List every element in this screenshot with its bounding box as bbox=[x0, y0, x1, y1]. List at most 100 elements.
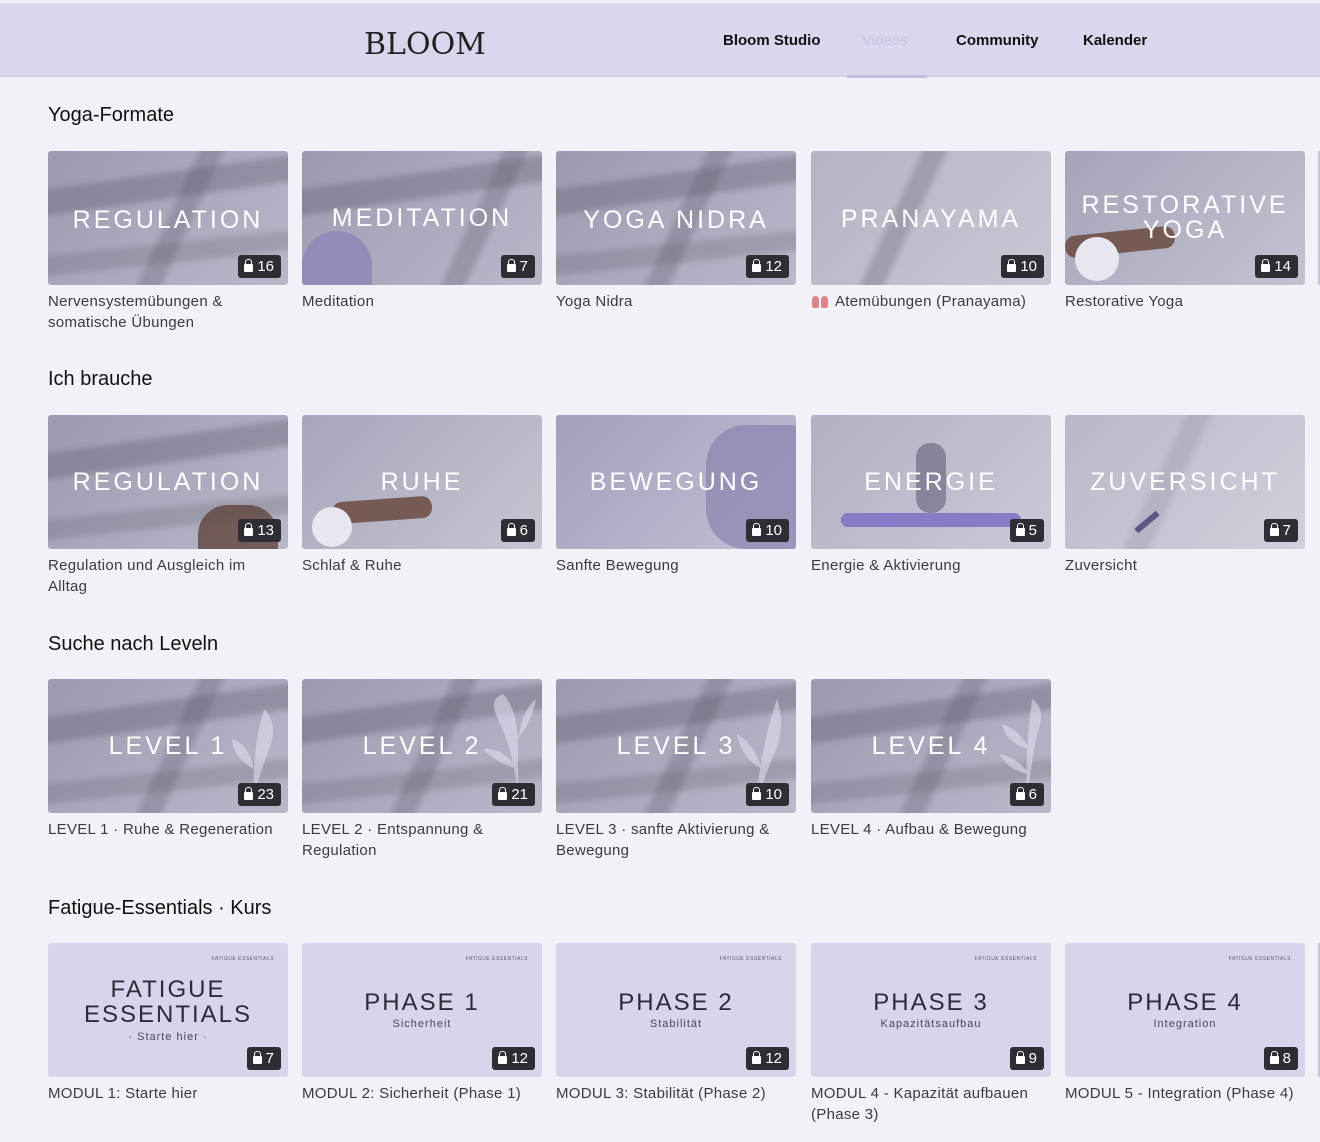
card-label[interactable]: LEVEL 4 · Aufbau & Bewegung bbox=[811, 819, 1051, 840]
card-thumbnail[interactable]: ENERGIE 5 bbox=[811, 415, 1051, 549]
card-label[interactable]: MODUL 1: Starte hier bbox=[48, 1083, 288, 1104]
nav-kalender[interactable]: Kalender bbox=[1083, 3, 1147, 77]
card-thumbnail[interactable]: FATIGUE ESSENTIALS PHASE 2 Stabilität 12 bbox=[556, 943, 796, 1077]
thumbnail-subtitle: · Starte hier · bbox=[128, 1031, 208, 1043]
card-thumbnail[interactable]: LEVEL 1 23 bbox=[48, 679, 288, 813]
video-card[interactable]: BEWEGUNG 10 Sanfte Bewegung bbox=[556, 415, 796, 576]
thumbnail-title: PHASE 2 bbox=[618, 989, 734, 1016]
card-label[interactable]: MODUL 3: Stabilität (Phase 2) bbox=[556, 1083, 796, 1104]
video-count-badge: 10 bbox=[746, 783, 789, 806]
card-label[interactable]: LEVEL 3 · sanfte Aktivierung & Bewegung bbox=[556, 819, 796, 861]
card-thumbnail[interactable]: FATIGUE ESSENTIALS FATIGUE ESSENTIALS · … bbox=[48, 943, 288, 1077]
video-count-badge: 23 bbox=[238, 783, 281, 806]
thumbnail-title: RESTORATIVE YOGA bbox=[1081, 191, 1289, 244]
nav-community[interactable]: Community bbox=[956, 3, 1039, 77]
card-thumbnail[interactable]: MEDITATION 7 bbox=[302, 151, 542, 285]
video-count-badge: 10 bbox=[746, 519, 789, 542]
card-thumbnail[interactable]: LEVEL 3 10 bbox=[556, 679, 796, 813]
video-card[interactable]: FATIGUE ESSENTIALS PHASE 4 Integration 8… bbox=[1065, 943, 1305, 1104]
card-thumbnail[interactable]: FATIGUE ESSENTIALS PHASE 4 Integration 8 bbox=[1065, 943, 1305, 1077]
thumbnail-title: BEWEGUNG bbox=[589, 468, 763, 496]
video-card[interactable]: YOGA NIDRA 12 Yoga Nidra bbox=[556, 151, 796, 312]
card-thumbnail[interactable]: LEVEL 2 21 bbox=[302, 679, 542, 813]
card-label[interactable]: LEVEL 1 · Ruhe & Regeneration bbox=[48, 819, 288, 840]
thumbnail-title: LEVEL 4 bbox=[871, 732, 991, 760]
video-card[interactable]: LEVEL 4 6 LEVEL 4 · Aufbau & Bewegung bbox=[811, 679, 1051, 840]
course-tag: FATIGUE ESSENTIALS bbox=[465, 956, 528, 962]
nav-videos[interactable]: Videos bbox=[862, 3, 908, 77]
card-thumbnail[interactable]: BEWEGUNG 10 bbox=[556, 415, 796, 549]
video-card[interactable]: LEVEL 3 10 LEVEL 3 · sanfte Aktivierung … bbox=[556, 679, 796, 861]
lock-icon bbox=[752, 259, 762, 272]
card-label[interactable]: Restorative Yoga bbox=[1065, 291, 1305, 312]
video-count-badge: 21 bbox=[492, 783, 535, 806]
video-card[interactable]: MEDITATION 7 Meditation bbox=[302, 151, 542, 312]
lock-icon bbox=[1015, 787, 1025, 800]
card-thumbnail[interactable]: LEVEL 4 6 bbox=[811, 679, 1051, 813]
nav-bloom-studio[interactable]: Bloom Studio bbox=[723, 3, 821, 77]
card-label[interactable]: Regulation und Ausgleich im Alltag bbox=[48, 555, 288, 597]
card-label[interactable]: Schlaf & Ruhe bbox=[302, 555, 542, 576]
bloom-logo[interactable]: BLOOM bbox=[364, 27, 486, 62]
card-label[interactable]: Nervensystemübungen & somatische Übungen bbox=[48, 291, 288, 333]
course-tag: FATIGUE ESSENTIALS bbox=[1228, 956, 1291, 962]
card-label[interactable]: Sanfte Bewegung bbox=[556, 555, 796, 576]
card-thumbnail[interactable]: PRANAYAMA 10 bbox=[811, 151, 1051, 285]
thumbnail-title-line2: ESSENTIALS bbox=[83, 1001, 253, 1028]
video-card[interactable]: PRANAYAMA 10 Atemübungen (Pranayama) bbox=[811, 151, 1051, 312]
lungs-icon bbox=[811, 294, 829, 308]
video-card[interactable]: LEVEL 1 23 LEVEL 1 · Ruhe & Regeneration bbox=[48, 679, 288, 840]
thumbnail-title: RUHE bbox=[380, 468, 464, 496]
thumbnail-subtitle: Stabilität bbox=[649, 1018, 703, 1030]
card-thumbnail[interactable]: FATIGUE ESSENTIALS PHASE 3 Kapazitätsauf… bbox=[811, 943, 1051, 1077]
thumbnail-subtitle: Sicherheit bbox=[392, 1018, 452, 1030]
thumbnail-title: REGULATION bbox=[72, 468, 264, 496]
video-card[interactable]: REGULATION 16 Nervensystemübungen & soma… bbox=[48, 151, 288, 333]
video-card[interactable]: LEVEL 2 21 LEVEL 2 · Entspannung & Regul… bbox=[302, 679, 542, 861]
card-label[interactable]: LEVEL 2 · Entspannung & Regulation bbox=[302, 819, 542, 861]
card-label[interactable]: Meditation bbox=[302, 291, 542, 312]
video-card[interactable]: ENERGIE 5 Energie & Aktivierung bbox=[811, 415, 1051, 576]
card-thumbnail[interactable]: REGULATION 13 bbox=[48, 415, 288, 549]
video-count-badge: 7 bbox=[500, 255, 535, 278]
video-count-badge: 13 bbox=[238, 519, 281, 542]
card-thumbnail[interactable]: ZUVERSICHT 7 bbox=[1065, 415, 1305, 549]
course-tag: FATIGUE ESSENTIALS bbox=[211, 956, 274, 962]
video-count-badge: 7 bbox=[246, 1047, 281, 1070]
video-count-badge: 16 bbox=[238, 255, 281, 278]
lock-icon bbox=[752, 523, 762, 536]
video-card[interactable]: RESTORATIVE YOGA 14 Restorative Yoga bbox=[1065, 151, 1305, 312]
video-count-badge: 7 bbox=[1263, 519, 1298, 542]
thumbnail-title: REGULATION bbox=[72, 206, 264, 234]
card-label[interactable]: MODUL 2: Sicherheit (Phase 1) bbox=[302, 1083, 542, 1104]
lock-icon bbox=[498, 787, 508, 800]
section-title-fatigue-essentials: Fatigue-Essentials · Kurs bbox=[48, 897, 272, 919]
card-label[interactable]: Energie & Aktivierung bbox=[811, 555, 1051, 576]
lock-icon bbox=[752, 1051, 762, 1064]
video-card[interactable]: ZUVERSICHT 7 Zuversicht bbox=[1065, 415, 1305, 576]
video-count-badge: 14 bbox=[1255, 255, 1298, 278]
card-thumbnail[interactable]: YOGA NIDRA 12 bbox=[556, 151, 796, 285]
card-thumbnail[interactable]: REGULATION 16 bbox=[48, 151, 288, 285]
course-tag: FATIGUE ESSENTIALS bbox=[719, 956, 782, 962]
card-label[interactable]: MODUL 4 - Kapazität aufbauen (Phase 3) bbox=[811, 1083, 1051, 1125]
card-label[interactable]: Yoga Nidra bbox=[556, 291, 796, 312]
video-card[interactable]: FATIGUE ESSENTIALS PHASE 2 Stabilität 12… bbox=[556, 943, 796, 1104]
card-label[interactable]: Atemübungen (Pranayama) bbox=[811, 291, 1051, 312]
card-thumbnail[interactable]: RESTORATIVE YOGA 14 bbox=[1065, 151, 1305, 285]
video-count-badge: 6 bbox=[1009, 783, 1044, 806]
video-card[interactable]: REGULATION 13 Regulation und Ausgleich i… bbox=[48, 415, 288, 597]
thumbnail-title: PRANAYAMA bbox=[840, 205, 1022, 233]
video-card[interactable]: FATIGUE ESSENTIALS PHASE 1 Sicherheit 12… bbox=[302, 943, 542, 1104]
thumbnail-title: ENERGIE bbox=[864, 468, 998, 496]
card-label[interactable]: MODUL 5 - Integration (Phase 4) bbox=[1065, 1083, 1305, 1104]
thumbnail-title: PHASE 3 bbox=[873, 989, 989, 1016]
card-thumbnail[interactable]: RUHE 6 bbox=[302, 415, 542, 549]
card-thumbnail[interactable]: FATIGUE ESSENTIALS PHASE 1 Sicherheit 12 bbox=[302, 943, 542, 1077]
video-card[interactable]: FATIGUE ESSENTIALS PHASE 3 Kapazitätsauf… bbox=[811, 943, 1051, 1125]
video-card[interactable]: FATIGUE ESSENTIALS FATIGUE ESSENTIALS · … bbox=[48, 943, 288, 1104]
card-label[interactable]: Zuversicht bbox=[1065, 555, 1305, 576]
video-card[interactable]: RUHE 6 Schlaf & Ruhe bbox=[302, 415, 542, 576]
video-count-badge: 8 bbox=[1263, 1047, 1298, 1070]
thumbnail-title: ZUVERSICHT bbox=[1090, 468, 1280, 496]
